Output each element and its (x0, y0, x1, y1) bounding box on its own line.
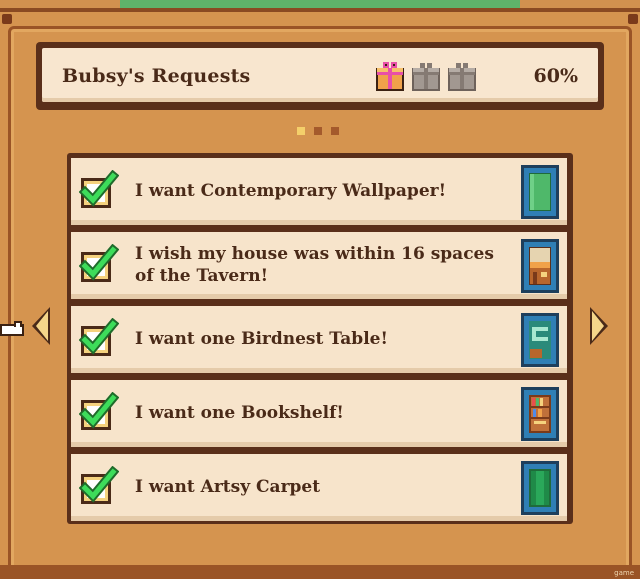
table-book-icon[interactable] (521, 313, 559, 367)
rivet (2, 14, 12, 24)
watermark-text: game (614, 569, 634, 577)
rivet (628, 14, 638, 24)
request-row[interactable]: I want one Birdnest Table! (71, 306, 567, 373)
checkmark-icon (78, 465, 120, 508)
request-row[interactable]: I want one Bookshelf! (71, 380, 567, 447)
progress-percent: 60% (533, 65, 579, 87)
page-dot-2[interactable] (314, 127, 322, 135)
checkmark-icon (78, 317, 120, 360)
request-text: I want Contemporary Wallpaper! (135, 181, 447, 201)
requests-header: Bubsy's Requests 60% (36, 42, 604, 110)
reward-gifts (375, 60, 477, 92)
frame-bottom-edge (0, 565, 640, 579)
pointer-hand-icon (0, 318, 26, 340)
request-list: I want Contemporary Wallpaper! I wish my… (67, 153, 573, 524)
request-row[interactable]: I want Contemporary Wallpaper! (71, 158, 567, 225)
request-text: I wish my house was within 16 spaces of … (135, 243, 494, 287)
prev-page-arrow[interactable] (30, 306, 52, 346)
requests-screen: Bubsy's Requests 60% I want Contemporary… (0, 0, 640, 579)
gift-icon (447, 60, 477, 92)
next-page-arrow[interactable] (588, 306, 610, 346)
carpet-book-icon[interactable] (521, 461, 559, 515)
checkmark-icon (78, 391, 120, 434)
checkmark-icon (78, 169, 120, 212)
gift-icon (411, 60, 441, 92)
bookshelf-book-icon[interactable] (521, 387, 559, 441)
wallpaper-book-icon[interactable] (521, 165, 559, 219)
tavern-book-icon[interactable] (521, 239, 559, 293)
request-text: I want Artsy Carpet (135, 477, 321, 497)
page-indicator (297, 127, 339, 135)
request-row[interactable]: I want Artsy Carpet (71, 454, 567, 521)
request-text: I want one Birdnest Table! (135, 329, 388, 349)
page-dot-3[interactable] (331, 127, 339, 135)
page-dot-1[interactable] (297, 127, 305, 135)
gift-icon (375, 60, 405, 92)
request-row[interactable]: I wish my house was within 16 spaces of … (71, 232, 567, 299)
header-card: Bubsy's Requests 60% (42, 48, 598, 102)
requests-title: Bubsy's Requests (62, 65, 251, 87)
request-text-line: I wish my house was within 16 spaces (135, 244, 494, 264)
request-text: I want one Bookshelf! (135, 403, 344, 423)
request-text-line: of the Tavern! (135, 266, 269, 286)
checkmark-icon (78, 243, 120, 286)
